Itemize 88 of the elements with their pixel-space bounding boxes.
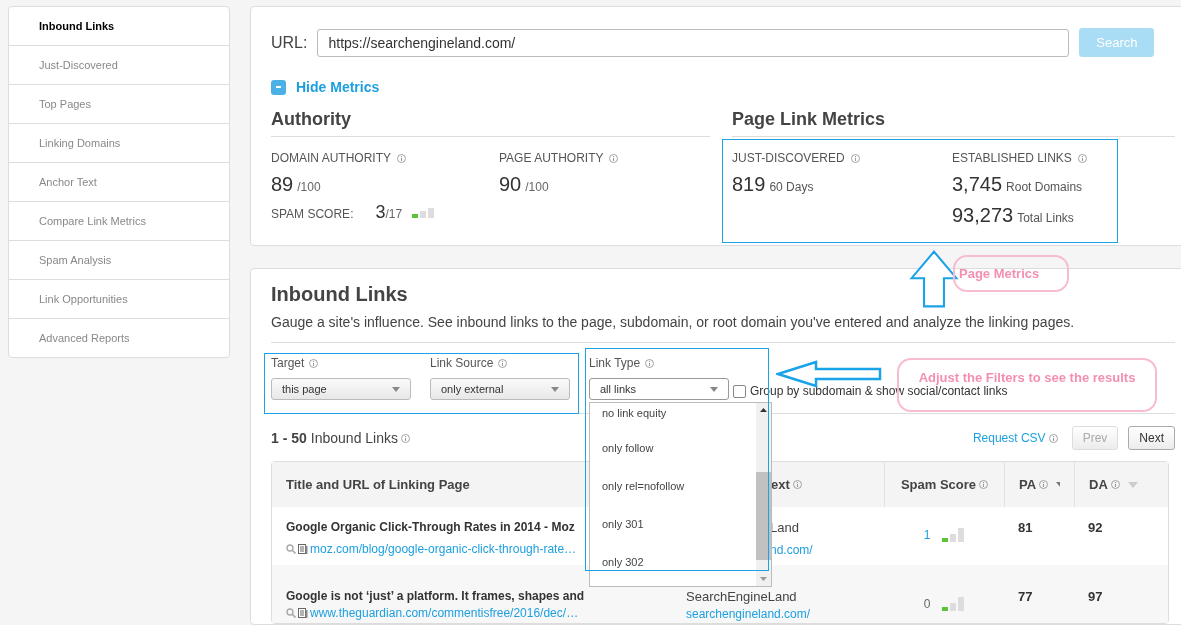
info-icon[interactable] [1039,480,1049,489]
metric-unit: Total Links [1017,211,1074,225]
metric-value: 93,273 [952,204,1014,227]
sort-icon[interactable] [1056,480,1060,489]
page-icon[interactable] [298,607,308,619]
info-icon[interactable] [850,153,860,163]
section-title: Inbound Links [271,283,409,306]
left-arrow-icon [776,360,882,388]
info-icon[interactable] [979,480,989,489]
checkbox[interactable] [733,384,746,398]
spam-score-value: 0 [923,597,931,611]
column-header[interactable]: DA [1089,477,1108,492]
info-icon[interactable] [1077,153,1087,163]
column-header[interactable]: Title and URL of Linking Page [286,477,470,492]
metric-label: JUST-DISCOVERED [732,151,845,165]
page-icon[interactable] [298,543,308,555]
info-icon[interactable] [1110,480,1120,489]
table-cell: 97 [1088,589,1103,604]
metric-suffix: /100 [525,180,549,194]
filter-dropdown[interactable]: this page [271,378,411,400]
spam-bars-icon [942,597,965,611]
description: Gauge a site's influence. See inbound links to the page, subdomain, or root domain you've entered and analyze the linking pages. [271,314,1175,343]
dropdown-option[interactable]: only 302 [602,555,756,586]
metric-value: 3 [375,202,386,223]
metric-label: ESTABLISHED LINKS [952,151,1072,165]
info-icon[interactable] [792,480,802,489]
section-title: Page Link Metrics [732,109,1175,137]
dropdown-option[interactable]: no link equity [602,403,756,441]
filter-label: Link Source [430,356,494,370]
metric-suffix: /100 [297,180,321,194]
metric-suffix: /17 [385,207,403,221]
request-csv-link[interactable]: Request CSV [972,431,1046,445]
page-title: Google Organic Click-Through Rates in 2014 - Moz [286,520,575,534]
sidebar-item[interactable]: Anchor Text [9,162,229,201]
sidebar-item[interactable]: Link Opportunities [9,279,229,318]
sidebar-item[interactable]: Just-Discovered [9,45,229,84]
hide-metrics-link[interactable]: Hide Metrics [296,79,380,95]
sidebar-item[interactable]: Advanced Reports [9,318,229,357]
dropdown-option[interactable]: only 301 [602,517,756,555]
column-header[interactable]: PA [1019,477,1037,492]
sidebar-item[interactable]: Linking Domains [9,123,229,162]
info-icon[interactable] [1048,433,1058,443]
table-cell: 77 [1018,589,1033,604]
info-icon[interactable] [397,153,406,163]
column-header[interactable]: ext [771,477,790,492]
info-icon[interactable] [309,358,319,368]
metric-unit: Root Domains [1006,180,1083,194]
page-url-link[interactable]: www.theguardian.com/commentisfree/2016/dec/… [310,606,579,620]
dropdown-option[interactable]: only rel=nofollow [602,479,756,517]
site-name: SearchEngineLand [686,589,797,604]
metric-unit: 60 Days [769,180,814,194]
metric-value: 89 [271,173,294,196]
dropdown-option[interactable]: only follow [602,441,756,479]
spam-bars-icon [412,206,435,218]
filter-dropdown[interactable]: only external [430,378,570,400]
info-icon[interactable] [645,358,655,368]
sidebar-item[interactable]: Inbound Links [9,7,229,45]
info-icon[interactable] [498,358,508,368]
filter-label: Link Type [589,356,641,370]
sidebar-item[interactable]: Compare Link Metrics [9,201,229,240]
sidebar-item[interactable]: Top Pages [9,84,229,123]
domain-link[interactable]: searchengineland.com/ [686,607,811,621]
result-label: Inbound Links [310,430,398,446]
info-icon[interactable] [401,433,410,443]
sidebar-item[interactable]: Spam Analysis [9,240,229,279]
url-field[interactable]: https://searchengineland.com/ [317,28,1070,57]
result-range: 1 - 50 [271,430,307,446]
url-label: URL: [271,33,308,52]
table-cell: 81 [1018,520,1033,535]
table-cell: 92 [1088,520,1103,535]
pagination-button[interactable]: Next [1128,426,1175,450]
section-title: Authority [271,109,710,137]
collapse-icon[interactable] [271,79,286,95]
info-icon[interactable] [609,153,619,163]
spam-bars-icon [942,528,965,542]
metric-value: 90 [499,173,522,196]
page-url-link[interactable]: moz.com/blog/google-organic-click-through-rate… [310,542,577,556]
filter-label: Target [271,356,305,370]
metric-label: SPAM SCORE: [271,207,354,221]
page-title: Google is not ‘just’ a platform. It frames, shapes and [286,589,585,603]
metric-value: 3,745 [952,173,1003,196]
metric-value: 819 [732,173,766,196]
metric-label: PAGE AUTHORITY [499,151,604,165]
callout-label: Page Metrics [953,255,1069,292]
column-header[interactable]: Spam Score [900,477,977,492]
link-type-dropdown[interactable]: all links [589,378,729,400]
spam-score-value[interactable]: 1 [923,528,931,542]
metric-label: DOMAIN AUTHORITY [271,151,391,165]
